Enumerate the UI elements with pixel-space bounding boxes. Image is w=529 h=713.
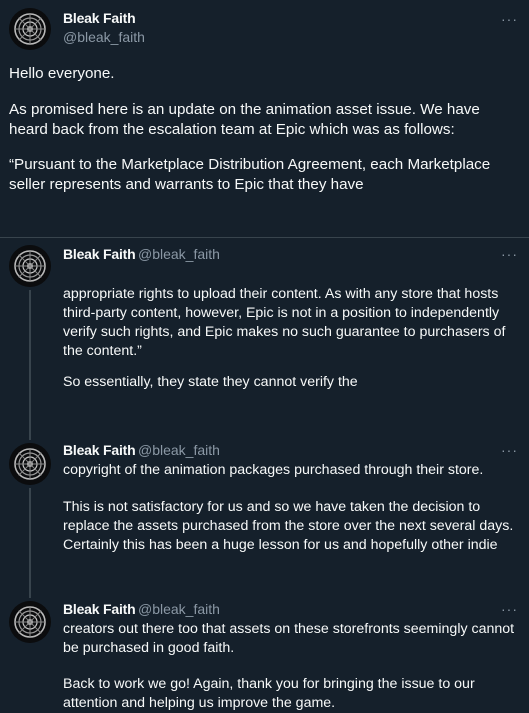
author-name[interactable]: Bleak Faith [63,601,136,617]
divider [0,237,529,238]
more-options-icon[interactable]: ··· [501,247,518,261]
author-name[interactable]: Bleak Faith [63,442,136,458]
author-handle[interactable]: @bleak_faith [138,442,220,458]
tweet-paragraph: As promised here is an update on the ani… [9,101,485,138]
avatar[interactable] [9,601,51,643]
tweet-paragraph: Back to work we go! Again, thank you for… [63,676,479,711]
tweet-paragraph: appropriate rights to upload their conte… [63,286,510,359]
author-handle[interactable]: @bleak_faith [138,601,220,617]
tweet-paragraph: copyright of the animation packages purc… [63,462,484,478]
thread-connector [29,488,31,598]
bleak-faith-logo [9,601,51,643]
more-options-icon[interactable]: ··· [501,12,518,26]
bleak-faith-logo [9,8,51,50]
avatar[interactable] [9,245,51,287]
author-name[interactable]: Bleak Faith [63,246,136,262]
bleak-faith-logo [9,245,51,287]
author-handle[interactable]: @bleak_faith [63,29,145,45]
more-options-icon[interactable]: ··· [501,443,518,457]
thread-connector [29,290,31,440]
bleak-faith-logo [9,443,51,485]
tweet-paragraph: “Pursuant to the Marketplace Distributio… [9,156,495,193]
tweet-paragraph: This is not satisfactory for us and so w… [63,499,518,553]
more-options-icon[interactable]: ··· [501,602,518,616]
tweet-paragraph: So essentially, they state they cannot v… [63,374,358,390]
avatar[interactable] [9,443,51,485]
avatar[interactable] [9,8,51,50]
author-name[interactable]: Bleak Faith [63,10,136,26]
tweet-paragraph: Hello everyone. [9,65,115,82]
author-handle[interactable]: @bleak_faith [138,246,220,262]
tweet-paragraph: creators out there too that assets on th… [63,621,519,656]
